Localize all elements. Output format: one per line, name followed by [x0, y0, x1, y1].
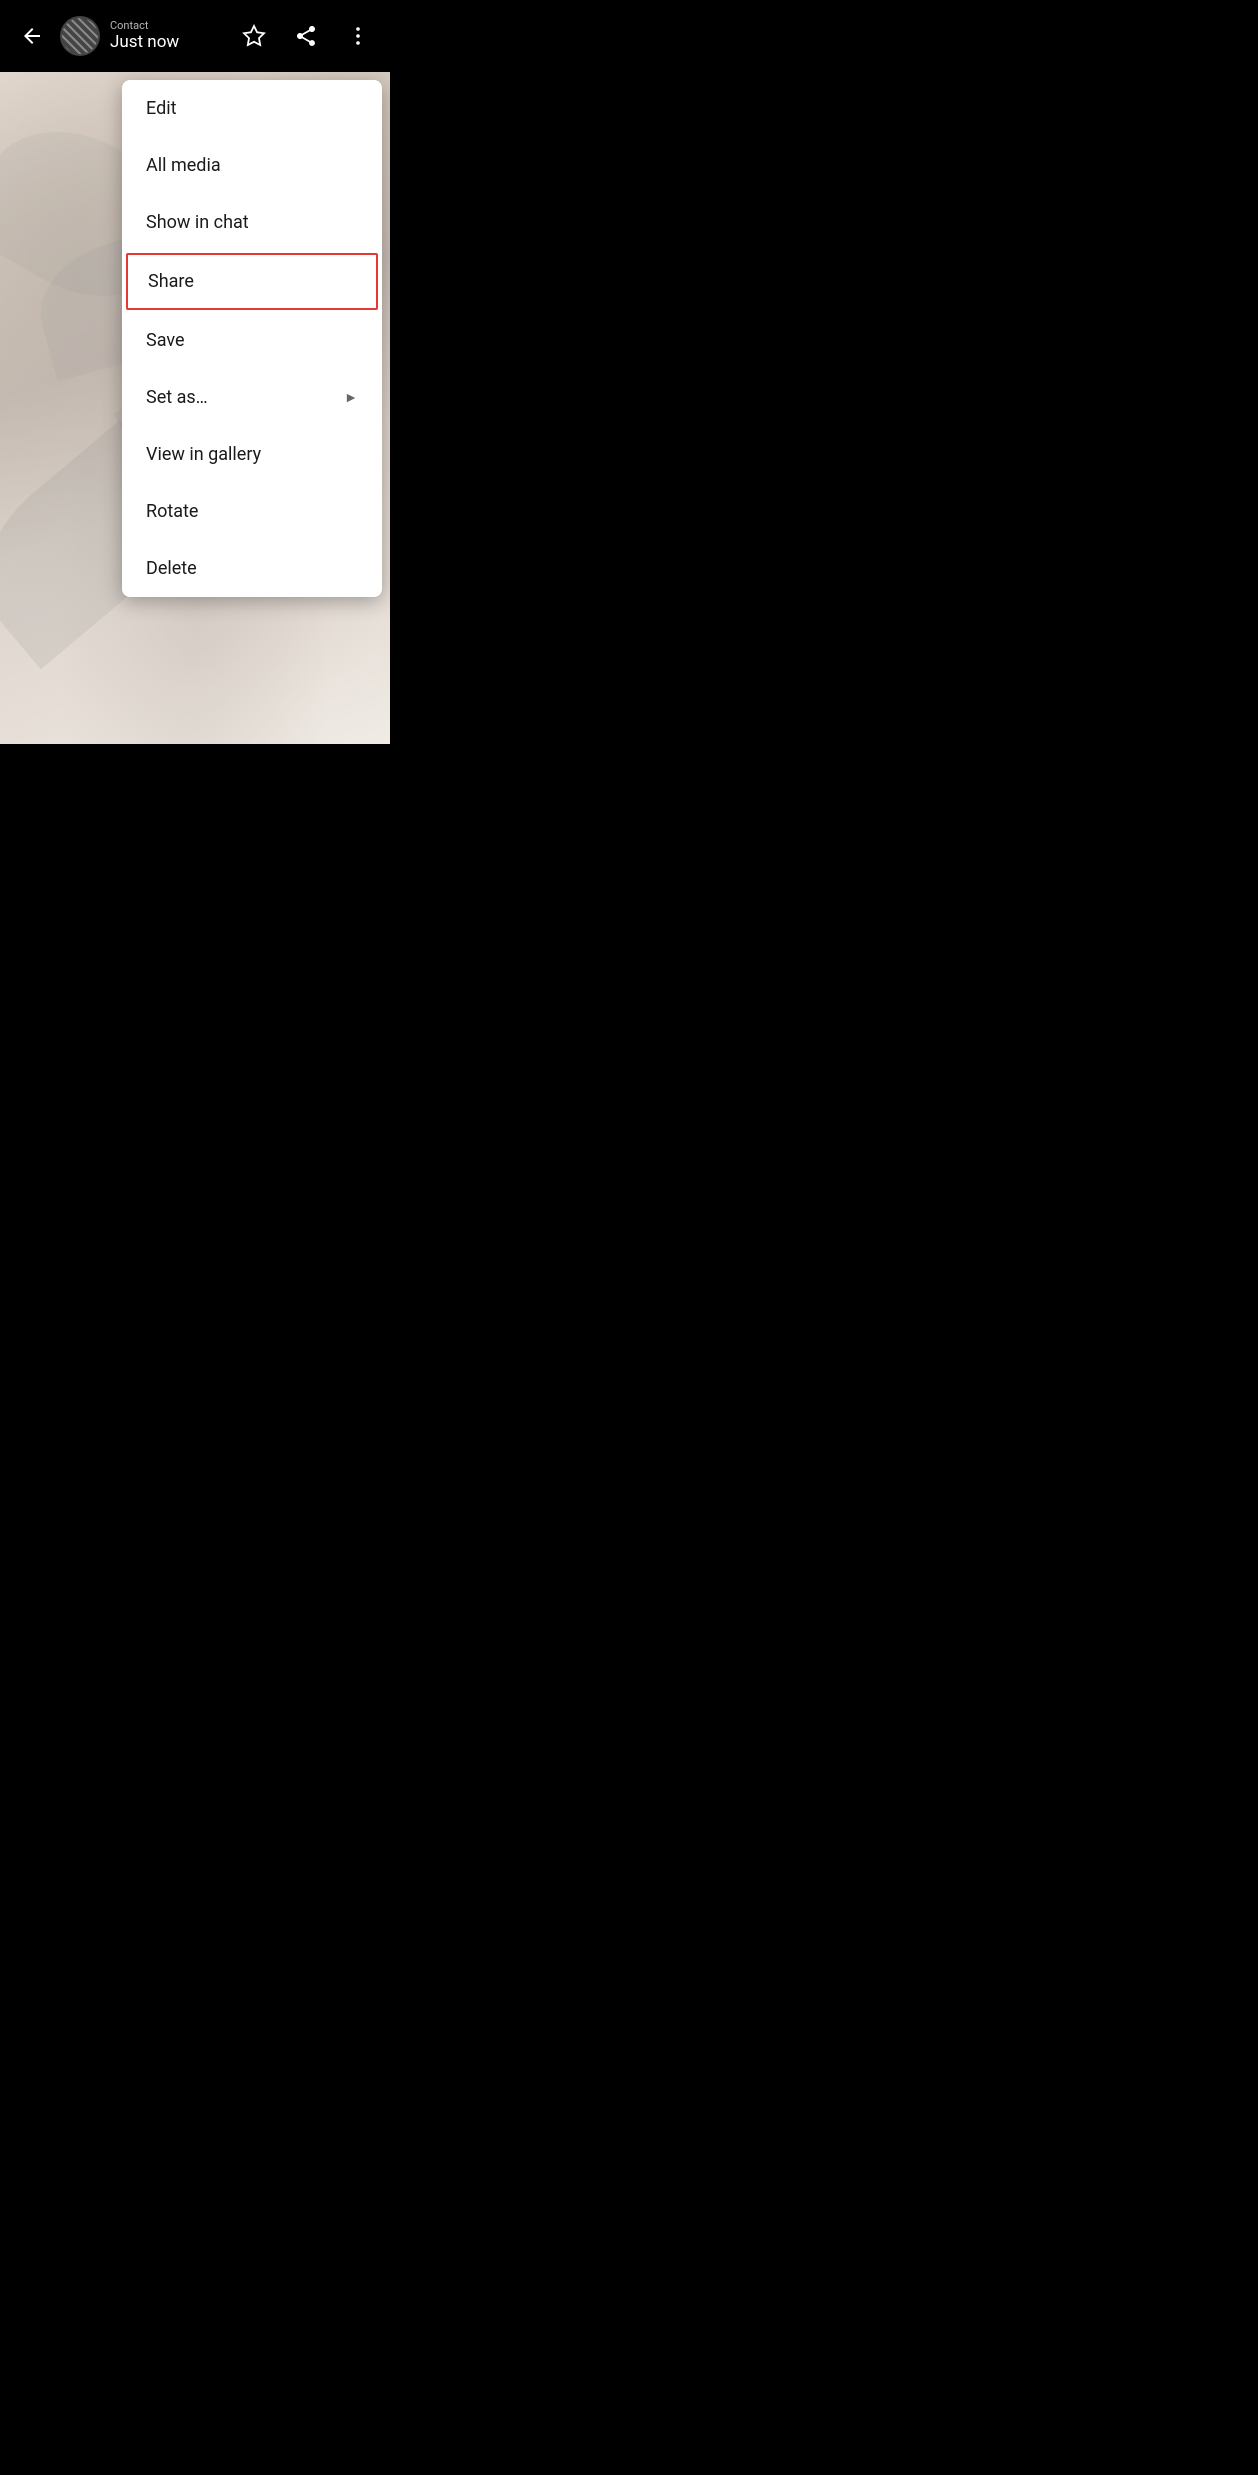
- top-icons: [230, 12, 382, 60]
- menu-item-all-media-label: All media: [146, 155, 221, 176]
- menu-item-share-label: Share: [148, 271, 194, 292]
- more-button[interactable]: [334, 12, 382, 60]
- menu-item-set-as[interactable]: Set as… ►: [122, 369, 382, 426]
- menu-item-edit[interactable]: Edit: [122, 80, 382, 137]
- menu-item-show-in-chat-label: Show in chat: [146, 212, 249, 233]
- menu-item-save-label: Save: [146, 330, 185, 351]
- menu-item-show-in-chat[interactable]: Show in chat: [122, 194, 382, 251]
- avatar: [60, 16, 100, 56]
- menu-item-set-as-label: Set as…: [146, 387, 208, 408]
- bottom-bar: [0, 744, 390, 844]
- contact-time: Just now: [110, 32, 179, 52]
- context-menu: Edit All media Show in chat Share Save S…: [122, 80, 382, 597]
- back-button[interactable]: [8, 12, 56, 60]
- menu-item-view-in-gallery[interactable]: View in gallery: [122, 426, 382, 483]
- menu-item-rotate[interactable]: Rotate: [122, 483, 382, 540]
- menu-item-rotate-label: Rotate: [146, 501, 198, 522]
- avatar-image: [62, 18, 98, 54]
- top-bar: Contact Just now: [0, 0, 390, 72]
- menu-item-delete[interactable]: Delete: [122, 540, 382, 597]
- contact-name-time: Contact Just now: [110, 19, 179, 53]
- star-button[interactable]: [230, 12, 278, 60]
- menu-item-edit-label: Edit: [146, 98, 176, 119]
- chevron-right-icon: ►: [344, 389, 358, 406]
- forward-button[interactable]: [282, 12, 330, 60]
- menu-item-view-in-gallery-label: View in gallery: [146, 444, 261, 465]
- menu-item-delete-label: Delete: [146, 558, 197, 579]
- contact-name: Contact: [110, 19, 179, 32]
- contact-info: Contact Just now: [60, 16, 230, 56]
- menu-item-all-media[interactable]: All media: [122, 137, 382, 194]
- menu-item-share[interactable]: Share: [126, 253, 378, 310]
- menu-item-save[interactable]: Save: [122, 312, 382, 369]
